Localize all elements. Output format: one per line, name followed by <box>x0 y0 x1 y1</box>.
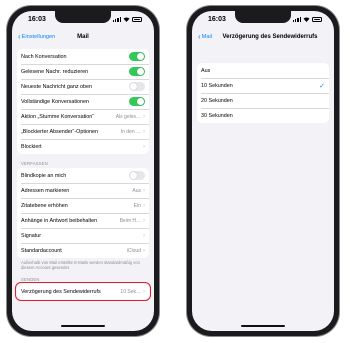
checkmark-icon: ✓ <box>319 82 325 90</box>
row-label: Adressen markieren <box>21 187 70 194</box>
status-icons <box>292 17 322 22</box>
chevron-right-icon: › <box>143 143 145 150</box>
option-label: 30 Sekunden <box>201 112 233 119</box>
row-label: Verzögerung des Sendewiderrufs <box>21 288 101 295</box>
status-time: 16:03 <box>208 16 226 23</box>
chevron-right-icon: › <box>143 232 145 239</box>
row-stumme-konversation[interactable]: Aktion „Stumme Konversation“ Als geles… › <box>17 109 149 124</box>
toggle-switch[interactable] <box>129 171 145 180</box>
battery-icon <box>312 17 322 22</box>
row-label: Vollständige Konversationen <box>21 98 90 105</box>
toggle-switch[interactable] <box>129 52 145 61</box>
row-label: Aktion „Stumme Konversation“ <box>21 113 95 120</box>
row-value: iCloud <box>126 247 141 254</box>
status-time: 16:03 <box>28 16 46 23</box>
row-sendewiderruf[interactable]: Verzögerung des Sendewiderrufs 10 Sek… › <box>17 284 149 299</box>
phone-right: 16:03 ‹ Mail Verzögerung des Sendewiderr… <box>187 6 339 336</box>
toggle-switch[interactable] <box>129 82 145 91</box>
toggle-switch[interactable] <box>129 97 145 106</box>
row-label: Blindkopie an mich <box>21 172 67 179</box>
row-blockierter-absender[interactable]: „Blockierter Absender“-Optionen In den …… <box>17 124 149 139</box>
section-header-verfassen: VERFASSEN <box>21 161 48 166</box>
option-30-sekunden[interactable]: 30 Sekunden <box>197 108 329 123</box>
screen-mail-settings: 16:03 ‹ Einstellungen Mail Nach Konversa… <box>12 11 154 331</box>
row-value: Beim H… <box>119 217 141 224</box>
compose-group: Blindkopie an mich Adressen markieren Au… <box>17 168 149 258</box>
row-value: In den … <box>120 128 141 135</box>
nav-bar: ‹ Mail Verzögerung des Sendewiderrufs <box>192 33 334 47</box>
footnote: Außerhalb von Mail erstellte E-Mails wer… <box>21 260 140 270</box>
screen-undo-send-delay: 16:03 ‹ Mail Verzögerung des Sendewiderr… <box>192 11 334 331</box>
notch <box>55 11 111 23</box>
chevron-right-icon: › <box>143 288 145 295</box>
threading-group: Nach Konversation Gelesene Nachr. reduzi… <box>17 49 149 154</box>
option-aus[interactable]: Aus <box>197 63 329 78</box>
row-signatur[interactable]: Signatur › <box>17 228 149 243</box>
row-blockiert[interactable]: Blockiert › <box>17 139 149 154</box>
row-standardaccount[interactable]: Standardaccount iCloud › <box>17 243 149 258</box>
home-indicator <box>241 325 285 327</box>
phone-left: 16:03 ‹ Einstellungen Mail Nach Konversa… <box>7 6 159 336</box>
options-list: Aus 10 Sekunden ✓ 20 Sekunden 30 Sekunde… <box>197 63 329 123</box>
option-label: 10 Sekunden <box>201 82 233 89</box>
option-label: Aus <box>201 67 211 74</box>
row-adressen-markieren[interactable]: Adressen markieren Aus › <box>17 183 149 198</box>
chevron-right-icon: › <box>143 247 145 254</box>
row-nach-konversation[interactable]: Nach Konversation <box>17 49 149 64</box>
send-group: Verzögerung des Sendewiderrufs 10 Sek… › <box>15 282 151 301</box>
chevron-right-icon: › <box>143 202 145 209</box>
nav-bar: ‹ Einstellungen Mail <box>12 33 154 47</box>
row-vollstaendige-konversationen[interactable]: Vollständige Konversationen <box>17 94 149 109</box>
row-value: 10 Sek… <box>120 288 141 295</box>
delay-options-group: Aus 10 Sekunden ✓ 20 Sekunden 30 Sekunde… <box>197 63 329 123</box>
status-icons <box>112 17 142 22</box>
notch <box>235 11 291 23</box>
row-neueste-oben[interactable]: Neueste Nachricht ganz oben <box>17 79 149 94</box>
row-blindkopie[interactable]: Blindkopie an mich <box>17 168 149 183</box>
signal-icon <box>292 17 301 22</box>
wifi-icon <box>303 17 310 22</box>
chevron-right-icon: › <box>143 217 145 224</box>
option-label: 20 Sekunden <box>201 97 233 104</box>
row-label: Signatur <box>21 232 42 239</box>
row-label: Blockiert <box>21 143 42 150</box>
chevron-right-icon: › <box>143 128 145 135</box>
row-label: Standardaccount <box>21 247 62 254</box>
toggle-switch[interactable] <box>129 67 145 76</box>
wifi-icon <box>123 17 130 22</box>
row-value: Aus <box>132 187 141 194</box>
row-value: Ein <box>133 202 141 209</box>
chevron-right-icon: › <box>143 113 145 120</box>
row-label: Neueste Nachricht ganz oben <box>21 83 93 90</box>
row-value: Als geles… <box>115 113 141 120</box>
signal-icon <box>112 17 121 22</box>
row-label: „Blockierter Absender“-Optionen <box>21 128 99 135</box>
settings-list: Nach Konversation Gelesene Nachr. reduzi… <box>15 49 151 301</box>
battery-icon <box>132 17 142 22</box>
chevron-right-icon: › <box>143 187 145 194</box>
page-title: Mail <box>77 34 89 40</box>
row-label: Nach Konversation <box>21 53 67 60</box>
row-label: Zitatebene erhöhen <box>21 202 68 209</box>
row-label: Gelesene Nachr. reduzieren <box>21 68 89 75</box>
page-title: Verzögerung des Sendewiderrufs <box>222 34 318 40</box>
row-label: Anhänge in Antwort beibehalten <box>21 217 98 224</box>
section-header-senden: SENDEN <box>21 277 40 282</box>
home-indicator <box>61 325 105 327</box>
row-gelesene-reduzieren[interactable]: Gelesene Nachr. reduzieren <box>17 64 149 79</box>
option-10-sekunden[interactable]: 10 Sekunden ✓ <box>197 78 329 93</box>
row-zitatebene[interactable]: Zitatebene erhöhen Ein › <box>17 198 149 213</box>
option-20-sekunden[interactable]: 20 Sekunden <box>197 93 329 108</box>
row-anhaenge[interactable]: Anhänge in Antwort beibehalten Beim H… › <box>17 213 149 228</box>
